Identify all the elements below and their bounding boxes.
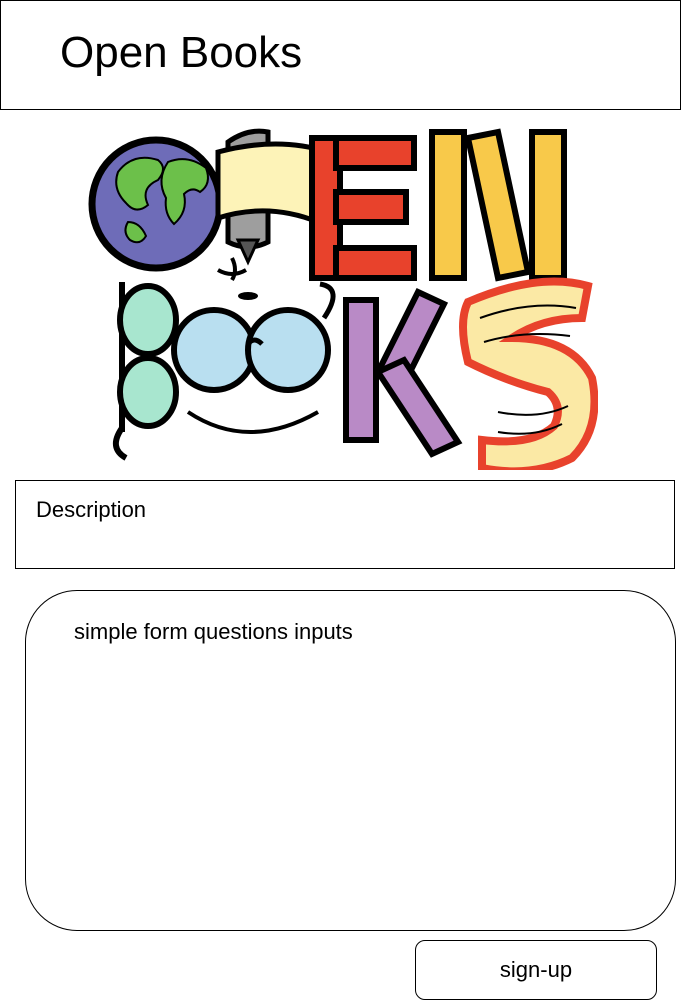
globe-icon	[88, 136, 224, 272]
description-box: Description	[15, 480, 675, 569]
book-letter-e	[309, 135, 417, 281]
glasses-lenses-oo	[171, 281, 336, 434]
glasses-letter-b	[113, 282, 179, 461]
description-label: Description	[36, 497, 147, 522]
open-book-letter-s	[459, 277, 598, 470]
form-placeholder-label: simple form questions inputs	[74, 619, 353, 644]
signup-button[interactable]: sign-up	[415, 940, 657, 1000]
page-title: Open Books	[60, 28, 303, 77]
open-books-logo	[88, 128, 598, 470]
book-letter-n	[429, 128, 567, 282]
page-header: Open Books	[0, 0, 681, 110]
book-letter-k	[343, 288, 463, 458]
signup-form[interactable]: simple form questions inputs	[25, 590, 676, 931]
